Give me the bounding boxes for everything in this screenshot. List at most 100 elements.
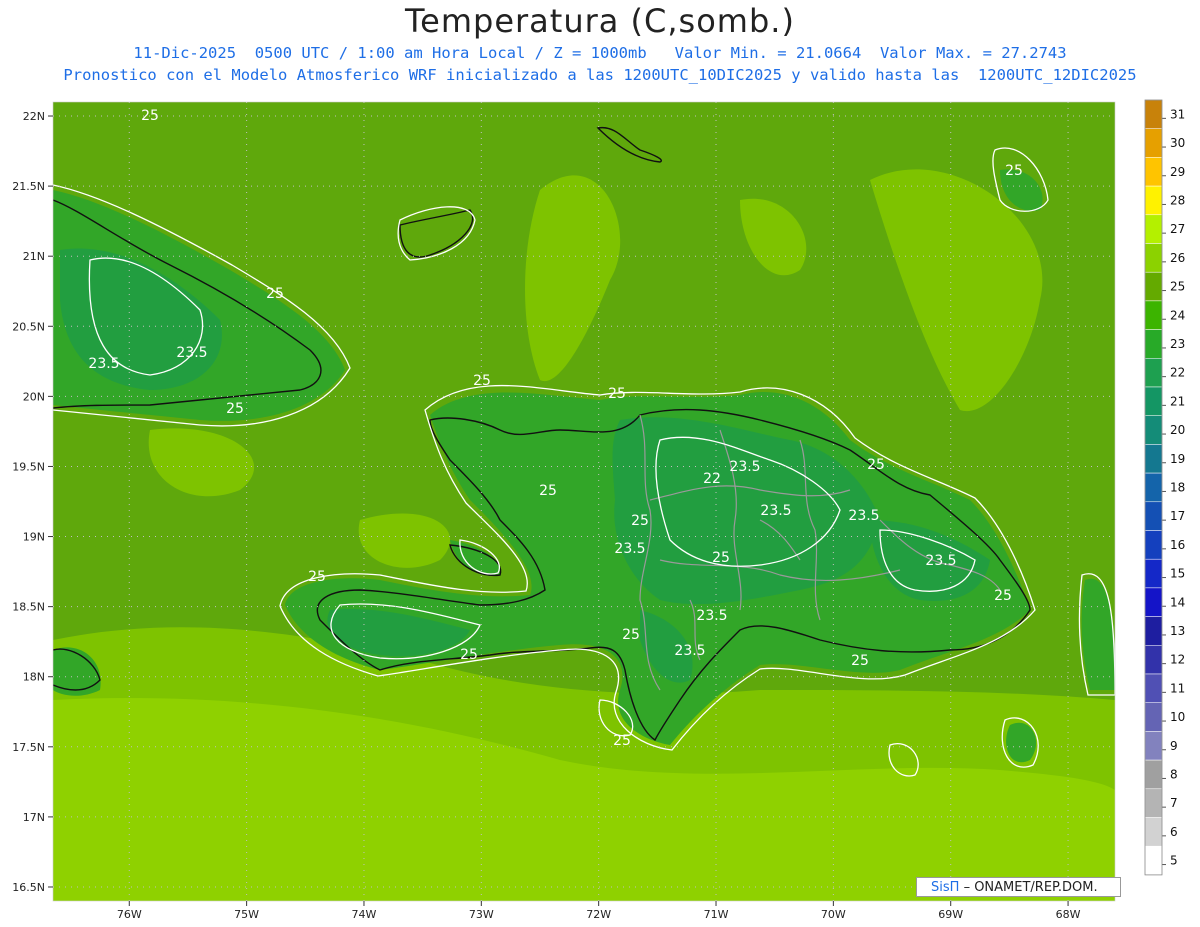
colorbar-swatch: [1144, 271, 1163, 302]
colorbar-label: 28: [1170, 193, 1185, 207]
contour-label: 23.5: [760, 503, 791, 519]
colorbar-label: 21: [1170, 394, 1185, 408]
colorbar-swatch: [1144, 587, 1163, 617]
colorbar-swatch: [1144, 702, 1163, 732]
colorbar-swatch: [1144, 157, 1163, 187]
colorbar-swatch: [1144, 300, 1163, 330]
contour-label: 23.5: [925, 553, 956, 569]
colorbar-swatch: [1144, 558, 1163, 589]
sispi-logo-text: SisΠ: [931, 880, 960, 895]
colorbar-label: 13: [1170, 624, 1185, 638]
colorbar-label: 19: [1170, 452, 1185, 466]
credit-box: SisΠ – ONAMET/REP.DOM.: [916, 877, 1121, 897]
contour-label: 25: [473, 373, 491, 389]
contour-label: 25: [1005, 163, 1023, 179]
colorbar-swatch: [1144, 472, 1163, 503]
colorbar-label: 7: [1170, 796, 1178, 810]
contour-label: 25: [622, 627, 640, 643]
colorbar-label: 25: [1170, 280, 1185, 294]
lat-tick-label: 17.5N: [12, 741, 45, 754]
lon-tick-label: 74W: [352, 908, 377, 921]
colorbar-swatch: [1144, 731, 1163, 761]
colorbar-swatch: [1144, 128, 1163, 158]
lat-tick-label: 20N: [23, 390, 45, 403]
lat-tick-label: 19N: [23, 531, 45, 544]
contour-label: 25: [539, 483, 557, 499]
lat-tick-label: 18N: [23, 671, 45, 684]
colorbar-label: 29: [1170, 165, 1185, 179]
colorbar-label: 15: [1170, 567, 1185, 581]
colorbar-swatch: [1144, 329, 1163, 359]
lat-tick-label: 17N: [23, 811, 45, 824]
lat-tick-label: 20.5N: [12, 320, 45, 333]
colorbar-swatch: [1144, 444, 1163, 474]
colorbar-label: 8: [1170, 767, 1178, 781]
colorbar-swatch: [1144, 185, 1163, 216]
contour-label: 25: [631, 513, 649, 529]
contour-label: 25: [266, 286, 284, 302]
colorbar-swatch: [1144, 845, 1163, 876]
colorbar-label: 10: [1170, 710, 1185, 724]
longitude-axis: 76W 75W 74W 73W 72W 71W 70W 69W 68W: [117, 901, 1081, 921]
latitude-axis: 22N 21.5N 21N 20.5N 20N 19.5N 19N 18.5N 18N 17.5N…: [12, 110, 53, 894]
colorbar-swatch: [1144, 645, 1163, 675]
lon-tick-label: 68W: [1056, 908, 1081, 921]
colorbar-label: 23: [1170, 337, 1185, 351]
lon-tick-label: 72W: [586, 908, 611, 921]
contour-label: 23.5: [614, 541, 645, 557]
colorbar-swatch: [1144, 99, 1163, 129]
lon-tick-label: 75W: [234, 908, 259, 921]
lat-tick-label: 21.5N: [12, 180, 45, 193]
lon-tick-label: 69W: [938, 908, 963, 921]
colorbar-label: 11: [1170, 681, 1185, 695]
colorbar-swatch: [1144, 759, 1163, 790]
lon-tick-label: 70W: [821, 908, 846, 921]
contour-label: 23.5: [88, 356, 119, 372]
colorbar-swatch: [1144, 616, 1163, 646]
colorbar-label: 14: [1170, 595, 1185, 609]
colorbar-label: 20: [1170, 423, 1185, 437]
contour-label: 23.5: [674, 643, 705, 659]
map-plot-area: 25 25 23.5 23.5 25 25 25 25 25 23.5 23.5 22 23.5 25 23…: [53, 102, 1115, 901]
colorbar-label: 6: [1170, 825, 1178, 839]
contour-label: 23.5: [848, 508, 879, 524]
colorbar-swatch: [1144, 415, 1163, 445]
colorbar-swatch: [1144, 358, 1163, 388]
contour-label: 25: [460, 647, 478, 663]
colorbar-swatch: [1144, 386, 1163, 416]
contour-label: 25: [851, 653, 869, 669]
contour-label: 23.5: [176, 345, 207, 361]
contour-label: 25: [141, 108, 159, 124]
contour-label: 25: [867, 457, 885, 473]
contour-label: 25: [994, 588, 1012, 604]
contour-label: 23.5: [729, 459, 760, 475]
colorbar-label: 31: [1170, 107, 1185, 121]
credit-text: – ONAMET/REP.DOM.: [963, 880, 1098, 895]
contour-label: 25: [608, 386, 626, 402]
colorbar-swatch: [1144, 788, 1163, 818]
temperature-map: 25 25 23.5 23.5 25 25 25 25 25 23.5 23.5 22 23.5 25 23…: [12, 99, 1185, 921]
contour-label: 25: [712, 550, 730, 566]
lon-tick-label: 73W: [469, 908, 494, 921]
colorbar-label: 12: [1170, 653, 1185, 667]
colorbar-label: 26: [1170, 251, 1185, 265]
colorbar-label: 9: [1170, 739, 1178, 753]
lat-tick-label: 22N: [23, 110, 45, 123]
contour-label: 22: [703, 471, 721, 487]
lat-tick-label: 21N: [23, 250, 45, 263]
color-scale-legend: 31 30 29 28 27 26 25 24 23 22 21 20 19 18 17 16 15 14 13 12…: [1144, 99, 1185, 876]
lat-tick-label: 16.5N: [12, 881, 45, 894]
colorbar-label: 22: [1170, 366, 1185, 380]
contour-label: 23.5: [696, 608, 727, 624]
colorbar-label: 27: [1170, 222, 1185, 236]
colorbar-swatch: [1144, 243, 1163, 273]
lon-tick-label: 76W: [117, 908, 142, 921]
colorbar-label: 17: [1170, 509, 1185, 523]
lat-tick-label: 18.5N: [12, 601, 45, 614]
colorbar-label: 24: [1170, 308, 1185, 322]
contour-label: 25: [308, 569, 326, 585]
colorbar-label: 18: [1170, 480, 1185, 494]
lon-tick-label: 71W: [704, 908, 729, 921]
colorbar-swatch: [1144, 214, 1163, 244]
colorbar-label: 30: [1170, 136, 1185, 150]
